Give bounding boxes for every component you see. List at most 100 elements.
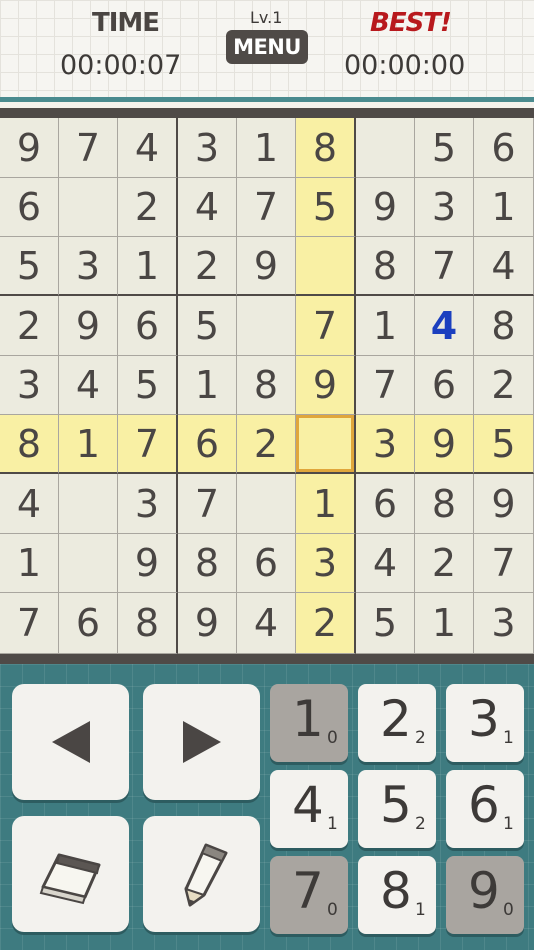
board-cell[interactable]: 5	[178, 296, 237, 356]
board-cell[interactable]: 3	[59, 237, 118, 296]
board-cell[interactable]: 2	[415, 534, 474, 593]
board-cell[interactable]: 6	[237, 534, 296, 593]
number-button-4[interactable]: 41	[270, 770, 348, 848]
board-cell[interactable]: 8	[178, 534, 237, 593]
board-cell[interactable]: 4	[178, 178, 237, 237]
board-cell[interactable]: 8	[237, 356, 296, 415]
board-cell[interactable]: 1	[118, 237, 178, 296]
board-cell[interactable]: 9	[356, 178, 415, 237]
number-remaining-count: 0	[503, 900, 514, 920]
board-cell[interactable]: 7	[0, 593, 59, 654]
board-cell[interactable]: 5	[296, 178, 356, 237]
board-cell[interactable]: 2	[0, 296, 59, 356]
board-cell[interactable]: 4	[118, 118, 178, 178]
board-cell[interactable]: 7	[178, 474, 237, 534]
board-cell[interactable]: 8	[0, 415, 59, 474]
board-cell[interactable]: 9	[296, 356, 356, 415]
board-cell[interactable]: 6	[0, 178, 59, 237]
previous-button[interactable]	[12, 684, 129, 800]
board-cell[interactable]: 7	[474, 534, 534, 593]
board-cell[interactable]: 3	[415, 178, 474, 237]
board-cell[interactable]: 5	[356, 593, 415, 654]
board-cell[interactable]: 3	[474, 593, 534, 654]
board-cell[interactable]	[356, 118, 415, 178]
board-cell[interactable]: 2	[178, 237, 237, 296]
board-cell[interactable]: 4	[356, 534, 415, 593]
board-cell[interactable]: 4	[415, 296, 474, 356]
board-cell[interactable]	[237, 296, 296, 356]
board-cell[interactable]: 5	[415, 118, 474, 178]
board-cell[interactable]: 3	[0, 356, 59, 415]
number-button-1[interactable]: 10	[270, 684, 348, 762]
pencil-button[interactable]	[143, 816, 260, 932]
board-cell[interactable]: 6	[356, 474, 415, 534]
board-cell[interactable]	[59, 474, 118, 534]
board-cell[interactable]	[59, 534, 118, 593]
board-cell[interactable]: 1	[474, 178, 534, 237]
board-cell[interactable]: 2	[118, 178, 178, 237]
board-cell[interactable]: 1	[0, 534, 59, 593]
number-button-3[interactable]: 31	[446, 684, 524, 762]
board-cell[interactable]: 6	[59, 593, 118, 654]
board-cell[interactable]: 4	[59, 356, 118, 415]
number-button-9[interactable]: 90	[446, 856, 524, 934]
board-cell[interactable]: 5	[474, 415, 534, 474]
number-button-digit: 5	[380, 776, 412, 834]
board-cell[interactable]: 9	[178, 593, 237, 654]
board-cell[interactable]: 7	[59, 118, 118, 178]
number-button-8[interactable]: 81	[358, 856, 436, 934]
board-cell[interactable]: 2	[474, 356, 534, 415]
board-cell[interactable]: 8	[474, 296, 534, 356]
board-cell[interactable]: 5	[0, 237, 59, 296]
board-cell[interactable]: 7	[356, 356, 415, 415]
board-cell[interactable]: 9	[0, 118, 59, 178]
board-cell[interactable]: 1	[296, 474, 356, 534]
board-cell[interactable]: 9	[59, 296, 118, 356]
next-button[interactable]	[143, 684, 260, 800]
board-cell[interactable]: 9	[415, 415, 474, 474]
board-cell[interactable]: 6	[118, 296, 178, 356]
board-cell[interactable]: 7	[296, 296, 356, 356]
board-cell[interactable]: 3	[356, 415, 415, 474]
board-cell[interactable]: 7	[118, 415, 178, 474]
board-cell[interactable]	[237, 474, 296, 534]
board-cell[interactable]: 1	[59, 415, 118, 474]
board-cell[interactable]: 9	[474, 474, 534, 534]
number-button-7[interactable]: 70	[270, 856, 348, 934]
board-cell[interactable]: 4	[474, 237, 534, 296]
board-cell[interactable]: 6	[178, 415, 237, 474]
board-cell[interactable]: 7	[237, 178, 296, 237]
board-cell[interactable]: 6	[415, 356, 474, 415]
board-cell[interactable]	[296, 237, 356, 296]
board-cell[interactable]: 3	[178, 118, 237, 178]
eraser-button[interactable]	[12, 816, 129, 932]
board-cell[interactable]: 4	[237, 593, 296, 654]
board-cell[interactable]: 1	[415, 593, 474, 654]
board-cell[interactable]: 3	[118, 474, 178, 534]
board-cell[interactable]: 8	[118, 593, 178, 654]
board-cell[interactable]: 1	[356, 296, 415, 356]
board-cell[interactable]: 8	[356, 237, 415, 296]
number-remaining-count: 0	[327, 728, 338, 748]
board-cell[interactable]: 1	[237, 118, 296, 178]
board-cell[interactable]: 8	[415, 474, 474, 534]
number-button-6[interactable]: 61	[446, 770, 524, 848]
board-cell[interactable]: 6	[474, 118, 534, 178]
number-remaining-count: 0	[327, 900, 338, 920]
board-cell[interactable]: 5	[118, 356, 178, 415]
menu-button[interactable]: MENU	[226, 30, 308, 64]
board-cell[interactable]: 9	[237, 237, 296, 296]
number-button-5[interactable]: 52	[358, 770, 436, 848]
board-cell[interactable]	[59, 178, 118, 237]
number-button-2[interactable]: 22	[358, 684, 436, 762]
board-cell[interactable]: 2	[237, 415, 296, 474]
board-cell[interactable]: 7	[415, 237, 474, 296]
selected-cell[interactable]	[296, 415, 356, 474]
number-button-digit: 4	[292, 776, 324, 834]
board-cell[interactable]: 2	[296, 593, 356, 654]
board-cell[interactable]: 1	[178, 356, 237, 415]
board-cell[interactable]: 4	[0, 474, 59, 534]
board-cell[interactable]: 3	[296, 534, 356, 593]
board-cell[interactable]: 8	[296, 118, 356, 178]
board-cell[interactable]: 9	[118, 534, 178, 593]
